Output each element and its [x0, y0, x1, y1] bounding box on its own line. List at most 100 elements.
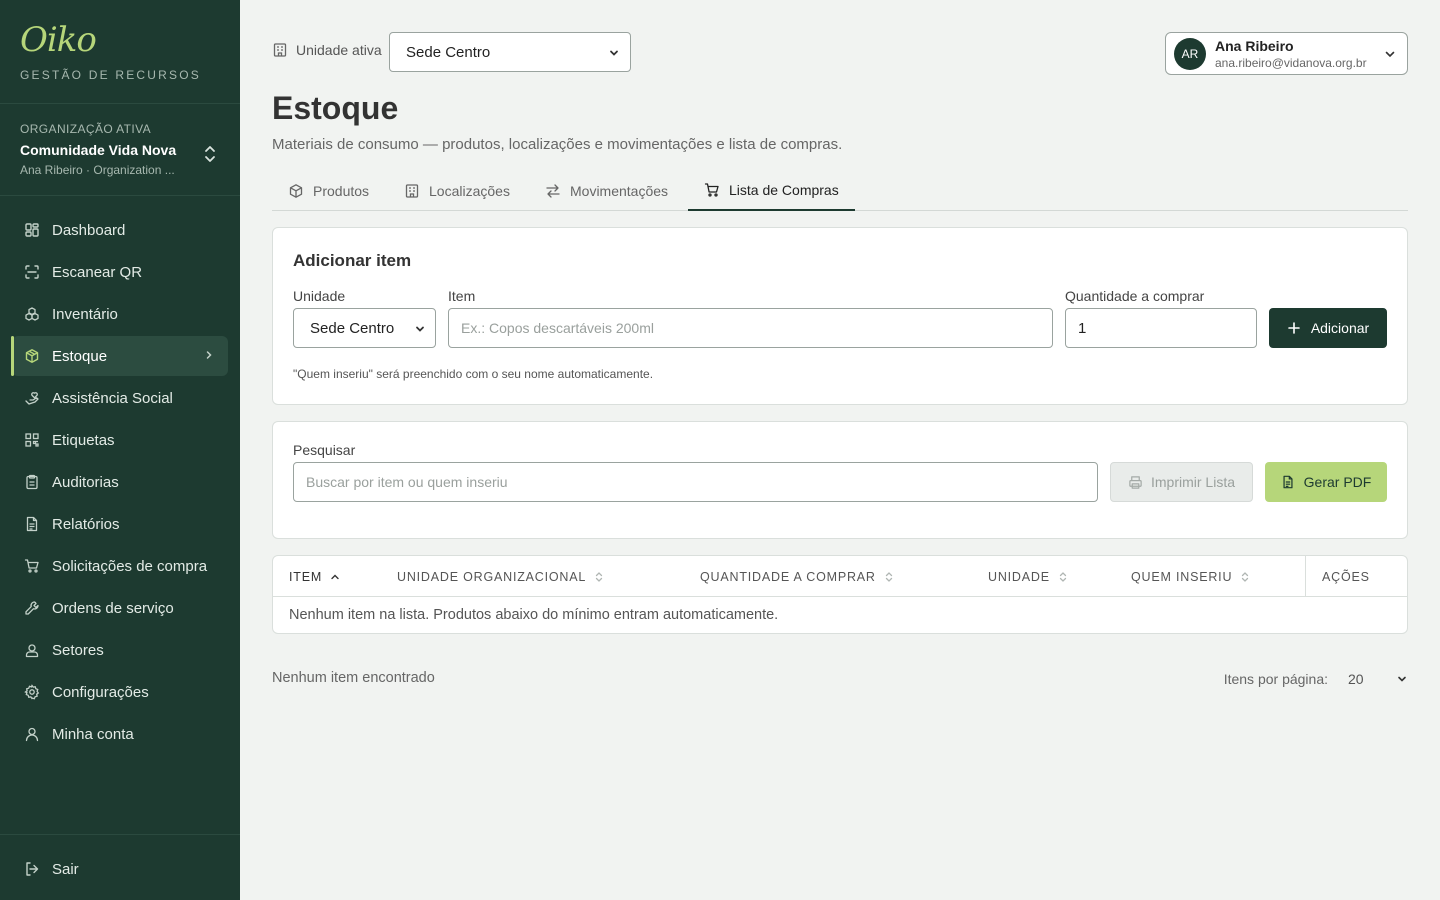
- search-input[interactable]: Buscar por item ou quem inseriu: [293, 462, 1098, 502]
- unit-select[interactable]: Sede Centro: [293, 308, 436, 348]
- logout-icon: [24, 861, 40, 877]
- chevron-down-icon[interactable]: [1396, 673, 1408, 685]
- sort-icon: [596, 571, 603, 582]
- per-page-select[interactable]: 20: [1348, 671, 1388, 687]
- main-content: Unidade ativa Sede Centro AR Ana Ribeiro…: [272, 0, 1408, 900]
- sidebar-item-escanear-qr[interactable]: Escanear QR: [12, 252, 228, 292]
- tab-localizacoes[interactable]: Localizações: [388, 170, 526, 211]
- tab-lista-de-compras[interactable]: Lista de Compras: [688, 170, 855, 211]
- sidebar-item-label: Ordens de serviço: [52, 599, 174, 617]
- logo-text: Oiko: [20, 20, 97, 60]
- chevron-down-icon: [610, 50, 618, 56]
- column-label: AÇÕES: [1322, 569, 1370, 584]
- topbar: Unidade ativa Sede Centro AR Ana Ribeiro…: [272, 32, 1408, 76]
- grid-icon: [24, 222, 40, 238]
- user-icon: [24, 726, 40, 742]
- logo[interactable]: Oiko: [20, 22, 220, 58]
- printer-icon: [1129, 475, 1142, 489]
- sidebar-item-assistencia-social[interactable]: Assistência Social: [12, 378, 228, 418]
- sidebar-item-label: Configurações: [52, 683, 149, 701]
- auto-fill-hint: "Quem inseriu" será preenchido com o seu…: [293, 367, 654, 381]
- print-list-button[interactable]: Imprimir Lista: [1110, 462, 1253, 502]
- item-label: Item: [448, 288, 476, 304]
- sidebar-item-label: Etiquetas: [52, 431, 115, 449]
- sidebar-item-label: Setores: [52, 641, 104, 659]
- column-header-quem-inseriu[interactable]: QUEM INSERIU: [1131, 556, 1250, 597]
- boxes-icon: [24, 306, 40, 322]
- add-item-button-label: Adicionar: [1310, 320, 1370, 336]
- sidebar-item-label: Auditorias: [52, 473, 119, 491]
- generate-pdf-button-label: Gerar PDF: [1303, 474, 1372, 490]
- chevron-down-icon: [416, 326, 424, 332]
- sidebar-nav: Dashboard Escanear QR Inventário Estoque…: [0, 196, 240, 754]
- add-item-button[interactable]: Adicionar: [1269, 308, 1387, 348]
- search-label: Pesquisar: [293, 442, 356, 458]
- column-header-unidade-organizacional[interactable]: UNIDADE ORGANIZACIONAL: [397, 556, 604, 597]
- column-label: QUANTIDADE A COMPRAR: [700, 569, 876, 584]
- item-input[interactable]: Ex.: Copos descartáveis 200ml: [448, 308, 1053, 348]
- sort-ascending-icon: [331, 574, 339, 579]
- file-text-icon: [24, 516, 40, 532]
- sidebar-item-inventario[interactable]: Inventário: [12, 294, 228, 334]
- user-menu[interactable]: AR Ana Ribeiro ana.ribeiro@vidanova.org.…: [1165, 32, 1408, 75]
- chevron-right-icon: [206, 351, 212, 359]
- sidebar-item-auditorias[interactable]: Auditorias: [12, 462, 228, 502]
- tab-bar: Produtos Localizações Movimentações List…: [272, 170, 1408, 211]
- sidebar-item-label: Inventário: [52, 305, 118, 323]
- page-subtitle: Materiais de consumo — produtos, localiz…: [272, 136, 843, 153]
- search-input-placeholder: Buscar por item ou quem inseriu: [306, 474, 508, 490]
- pagination-controls: Itens por página: 20: [1224, 670, 1408, 688]
- sidebar-item-minha-conta[interactable]: Minha conta: [12, 714, 228, 754]
- sidebar-item-dashboard[interactable]: Dashboard: [12, 210, 228, 250]
- column-label: QUEM INSERIU: [1131, 569, 1233, 584]
- sidebar-item-etiquetas[interactable]: Etiquetas: [12, 420, 228, 460]
- sidebar: Oiko GESTÃO DE RECURSOS ORGANIZAÇÃO ATIV…: [0, 0, 240, 900]
- sidebar-item-configuracoes[interactable]: Configurações: [12, 672, 228, 712]
- sort-icon: [1242, 571, 1249, 582]
- sidebar-item-label: Relatórios: [52, 515, 120, 533]
- sidebar-item-label: Estoque: [52, 347, 108, 365]
- print-list-button-label: Imprimir Lista: [1150, 474, 1235, 490]
- tab-produtos[interactable]: Produtos: [272, 170, 385, 211]
- sidebar-item-relatorios[interactable]: Relatórios: [12, 504, 228, 544]
- quantity-value: 1: [1078, 319, 1087, 337]
- generate-pdf-button[interactable]: Gerar PDF: [1265, 462, 1387, 502]
- package-icon: [289, 183, 303, 198]
- tab-label: Produtos: [313, 182, 370, 199]
- building-icon: [405, 183, 419, 198]
- quantity-input[interactable]: 1: [1065, 308, 1257, 348]
- add-item-title: Adicionar item: [293, 251, 412, 270]
- logout-label: Sair: [52, 860, 79, 878]
- chevrons-up-down-icon[interactable]: [202, 142, 218, 166]
- per-page-label: Itens por página:: [1223, 671, 1328, 687]
- column-header-acoes: AÇÕES: [1305, 556, 1407, 597]
- tab-movimentacoes[interactable]: Movimentações: [529, 170, 684, 211]
- sidebar-footer: Sair: [0, 834, 240, 900]
- logout-button[interactable]: Sair: [12, 849, 228, 889]
- column-header-item[interactable]: ITEM: [289, 556, 340, 597]
- empty-table-message: Nenhum item na lista. Produtos abaixo do…: [289, 607, 779, 623]
- arrows-exchange-icon: [546, 183, 560, 198]
- sidebar-item-label: Assistência Social: [52, 389, 173, 407]
- sidebar-item-label: Minha conta: [52, 725, 134, 743]
- sidebar-item-ordens-de-servico[interactable]: Ordens de serviço: [12, 588, 228, 628]
- unit-label: Unidade: [293, 288, 346, 304]
- sidebar-item-estoque[interactable]: Estoque: [11, 336, 228, 376]
- sidebar-item-setores[interactable]: Setores: [12, 630, 228, 670]
- column-header-quantidade[interactable]: QUANTIDADE A COMPRAR: [700, 556, 894, 597]
- unit-select-value: Sede Centro: [310, 319, 395, 337]
- hand-heart-icon: [24, 390, 40, 406]
- results-status: Nenhum item encontrado: [272, 670, 435, 686]
- org-switcher[interactable]: ORGANIZAÇÃO ATIVA Comunidade Vida Nova A…: [0, 104, 240, 196]
- sidebar-item-label: Escanear QR: [52, 263, 143, 281]
- building-icon: [273, 43, 287, 57]
- add-item-card: Adicionar item Unidade Sede Centro Item …: [272, 227, 1408, 405]
- active-unit-select[interactable]: Sede Centro: [389, 32, 631, 72]
- column-header-unidade[interactable]: UNIDADE: [988, 556, 1068, 597]
- package-icon: [24, 348, 40, 364]
- org-name: Comunidade Vida Nova: [20, 142, 177, 158]
- column-label: UNIDADE: [988, 569, 1050, 584]
- sidebar-item-solicitacoes-de-compra[interactable]: Solicitações de compra: [12, 546, 228, 586]
- brand-subtitle: GESTÃO DE RECURSOS: [20, 68, 201, 82]
- tab-label: Localizações: [429, 182, 510, 199]
